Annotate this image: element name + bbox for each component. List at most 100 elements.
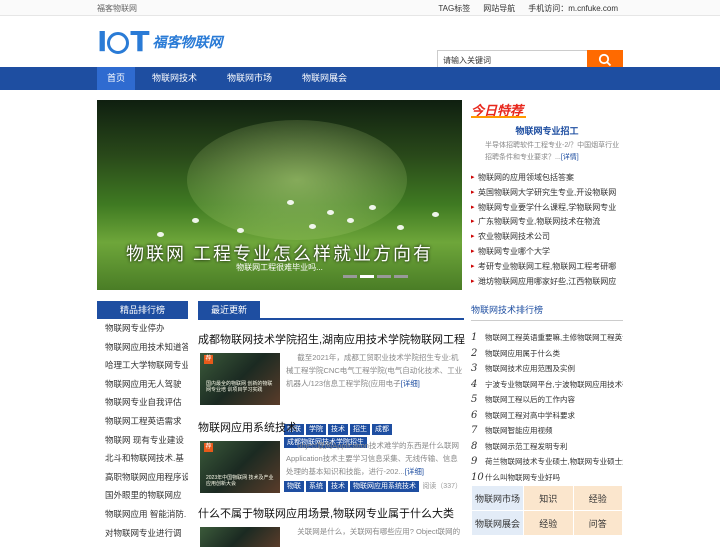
recommend-item[interactable]: 考研专业物联网工程,物联网工程考研哪 <box>471 260 623 275</box>
recommend-item[interactable]: 潍坊物联网应用哪家好些,江西物联网应 <box>471 275 623 290</box>
tech-ranking-title: 物联网技术排行榜 <box>471 303 623 321</box>
ranking-item[interactable]: 物联网应用无人驾驶 <box>105 375 188 394</box>
rank-item-label: 宁波专业物联网平台,宁波物联网应用技术研 <box>485 379 623 389</box>
details-link[interactable]: [详情] <box>561 154 579 161</box>
top-links: TAG标签 网站导航 手机访问：m.cnfuke.com <box>438 3 618 14</box>
nav-tech[interactable]: 物联网技术 <box>142 67 207 90</box>
tech-rank-item[interactable]: 5 物联网工程以后的工作内容 <box>471 392 623 408</box>
tech-rank-item[interactable]: 9 荷兰物联网技术专业硕士,物联网专业硕士大 <box>471 454 623 470</box>
tech-rank-item[interactable]: 7 物联网智能应用视频 <box>471 423 623 439</box>
details-link[interactable]: [详细] <box>401 379 420 388</box>
recommend-item[interactable]: 物联网专业要学什么课程,学物联网专业 <box>471 201 623 216</box>
grid-cell[interactable]: 经验 <box>523 510 574 536</box>
rank-number: 9 <box>471 456 478 467</box>
article-thumbnail[interactable]: 荐 国内最全的物联网 创新的物联网专业培 训项目学习实践 <box>200 353 280 405</box>
ranking-item[interactable]: 物联网专业自我评估 <box>105 393 188 412</box>
category-grid: 物联网市场 知识 经验 物联网展会 经验 问答 <box>471 485 623 536</box>
tech-rank-item[interactable]: 1 物联网工程英语重要嘛,主修物联网工程英语 <box>471 330 623 346</box>
recommend-item[interactable]: 农业物联网技术公司 <box>471 230 623 245</box>
tag-link[interactable]: TAG标签 <box>438 3 470 14</box>
tech-ranking-list: 1 物联网工程英语重要嘛,主修物联网工程英语 2 物联网应用属于什么类 3 物联网技术应用… <box>471 330 623 485</box>
article-summary: 截至2021年，成都工贸职业技术学院招生专业:机械工程学院CNC电气工程学院(电… <box>286 353 463 388</box>
grid-cell[interactable]: 物联网展会 <box>471 510 524 536</box>
tech-rank-item[interactable]: 3 物联网技术应用范围及实例 <box>471 361 623 377</box>
slider-dot[interactable] <box>343 275 357 278</box>
article-title[interactable]: 什么不属于物联网应用场景,物联网专业属于什么大类 <box>198 505 464 521</box>
rank-item-label: 什么叫物联网专业好吗 <box>485 472 560 482</box>
slider-dots <box>343 275 408 278</box>
recommend-item[interactable]: 物联网专业哪个大学 <box>471 245 623 260</box>
rank-number: 3 <box>471 363 478 374</box>
view-count: 阅读（337） <box>422 483 462 490</box>
top-bar: 福客物联网 TAG标签 网站导航 手机访问：m.cnfuke.com <box>0 0 720 16</box>
ranking-item[interactable]: 物联网专业停办 <box>105 319 188 338</box>
logo-text: 福客物联网 <box>152 34 223 50</box>
ranking-item[interactable]: 高职物联网应用程序设 <box>105 468 188 487</box>
ranking-item[interactable]: 国外眼里的物联网应 <box>105 486 188 505</box>
tag[interactable]: 系统 <box>306 481 326 492</box>
ranking-item[interactable]: 物联网应用技术知道答 <box>105 338 188 357</box>
rank-item-label: 物联网工程对高中学科要求 <box>485 410 575 420</box>
ranking-item[interactable]: 哈理工大学物联网专业 <box>105 356 188 375</box>
grid-cell[interactable]: 经验 <box>572 485 623 511</box>
rank-item-label: 物联网应用属于什么类 <box>485 348 560 358</box>
rank-item-label: 物联网工程英语重要嘛,主修物联网工程英语 <box>485 333 623 342</box>
grid-cell[interactable]: 问答 <box>572 510 623 536</box>
rank-number: 2 <box>471 347 478 359</box>
ranking-item[interactable]: 物联网工程英语需求 <box>105 412 188 431</box>
latest-tab-bar: 最近更新 <box>198 301 464 320</box>
recommend-item[interactable]: 英国物联网大学研究生专业,开设物联网 <box>471 186 623 201</box>
quality-ranking: 精品排行榜 物联网专业停办 物联网应用技术知道答 哈理工大学物联网专业 物联网应用无人… <box>97 301 188 540</box>
ranking-item[interactable]: 物联网 现有专业建设 <box>105 431 188 450</box>
tag[interactable]: 技术 <box>328 481 348 492</box>
mobile-link[interactable]: 手机访问：m.cnfuke.com <box>528 3 618 14</box>
slider-dot-active[interactable] <box>360 275 374 278</box>
article-thumbnail[interactable]: 荐 2023年中国物联网 技术及产业应用创新大会 <box>200 441 280 493</box>
tech-rank-item[interactable]: 2 物联网应用属于什么类 <box>471 346 623 362</box>
banner-glow <box>187 120 407 240</box>
rank-number: 6 <box>471 409 478 421</box>
recommend-item[interactable]: 广东物联网专业,物联网技术在物流 <box>471 215 623 230</box>
article-card: 物联网应用系统技术 荐 2023年中国物联网 技术及产业应用创新大会 objec… <box>198 419 464 509</box>
ranking-item[interactable]: 对物联网专业进行调 <box>105 524 188 543</box>
site-name[interactable]: 福客物联网 <box>97 3 137 14</box>
article-title[interactable]: 成都物联网技术学院招生,湖南应用技术学院物联网工程 <box>198 331 465 347</box>
tech-rank-item[interactable]: 6 物联网工程对高中学科要求 <box>471 408 623 424</box>
today-summary: 半导体招聘软件工程专业-2/？中国烟草行业招聘条件和专业要求？...[详情] <box>485 142 620 161</box>
tag[interactable]: 物联网应用系统技术 <box>350 481 419 492</box>
rank-item-label: 物联网示范工程发明专利 <box>485 441 568 451</box>
nav-expo[interactable]: 物联网展会 <box>292 67 357 90</box>
nav-home[interactable]: 首页 <box>97 67 136 90</box>
article-thumbnail[interactable] <box>200 527 280 547</box>
rank-item-label: 物联网工程以后的工作内容 <box>485 395 575 404</box>
today-logo: 今日特荐 <box>471 100 623 119</box>
article-summary: 关联网是什么，关联网有哪些应用? Object联网的 <box>297 527 461 536</box>
rank-number: 7 <box>471 425 478 436</box>
grid-cell[interactable]: 物联网市场 <box>471 485 524 511</box>
nav-market[interactable]: 物联网市场 <box>217 67 282 90</box>
rank-number: 8 <box>471 440 478 452</box>
recommend-item[interactable]: 物联网的应用领域包括答案 <box>471 171 623 186</box>
article-title[interactable]: 物联网应用系统技术 <box>198 419 464 435</box>
slider-dot[interactable] <box>377 275 391 278</box>
thumbnail-text: 国内最全的物联网 创新的物联网专业培 训项目学习实践 <box>206 381 273 393</box>
today-recommend: 今日特荐 物联网专业招工 半导体招聘软件工程专业-2/？中国烟草行业招聘条件和专… <box>471 100 623 289</box>
site-nav-link[interactable]: 网站导航 <box>483 3 515 14</box>
tag[interactable]: 物联 <box>284 481 304 492</box>
details-link[interactable]: [详细] <box>405 467 424 476</box>
ranking-title: 精品排行榜 <box>97 301 188 319</box>
today-headline[interactable]: 物联网专业招工 <box>471 124 623 137</box>
banner-caption[interactable]: 物联网工程很难毕业吗... <box>97 262 462 273</box>
ranking-item[interactable]: 物联网应用 智能消防. <box>105 505 188 524</box>
banner-slider[interactable]: 物联网 工程专业怎么样就业方向有 物联网工程很难毕业吗... <box>97 100 462 290</box>
ranking-item[interactable]: 北斗和物联网技术.基 <box>105 449 188 468</box>
tech-rank-item[interactable]: 10什么叫物联网专业好吗 <box>471 470 623 486</box>
slider-dot[interactable] <box>394 275 408 278</box>
site-logo[interactable]: IT 福客物联网 <box>97 28 223 56</box>
tab-latest[interactable]: 最近更新 <box>198 301 260 320</box>
tech-rank-item[interactable]: 8 物联网示范工程发明专利 <box>471 439 623 455</box>
tech-rank-item[interactable]: 4 宁波专业物联网平台,宁波物联网应用技术研 <box>471 377 623 393</box>
grid-cell[interactable]: 知识 <box>523 485 574 511</box>
search-icon <box>598 53 612 67</box>
latest-updates: 最近更新 成都物联网技术学院招生,湖南应用技术学院物联网工程 荐 国内最全的物联… <box>198 301 465 547</box>
